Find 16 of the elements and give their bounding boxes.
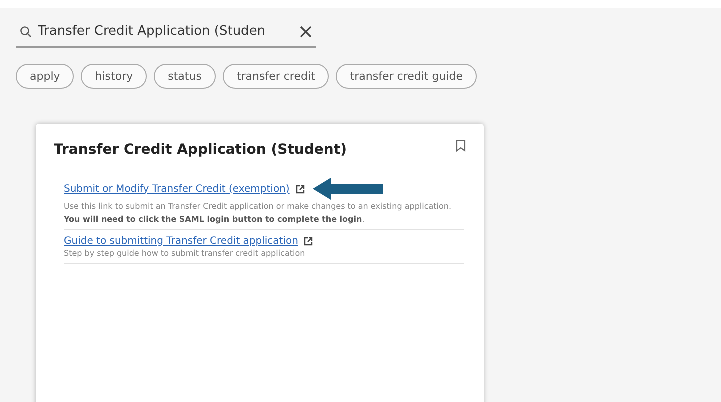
link-description: Step by step guide how to submit transfer credit application [64,248,306,260]
bookmark-icon[interactable] [456,140,466,152]
tag-chip[interactable]: transfer credit [222,64,330,89]
tag-chip[interactable]: history [81,64,148,89]
search-icon [20,26,32,38]
link-description: Use this link to submit an Transfer Credit application or make changes to an existing application. You will need to click the SAML login button to complete the login. [64,201,453,226]
tag-chip[interactable]: status [154,64,216,89]
external-link-icon [304,237,314,246]
tag-chip[interactable]: transfer credit guide [336,64,477,89]
close-icon[interactable] [300,26,312,38]
link[interactable]: Submit or Modify Transfer Credit (exemption) [64,184,290,194]
external-link-icon [296,184,305,194]
link[interactable]: Guide to submitting Transfer Credit application [64,236,298,247]
card-title: Transfer Credit Application (Student) [54,142,347,158]
search-field[interactable]: Transfer Credit Application (Studen [16,20,316,48]
tag-chip[interactable]: apply [16,64,74,89]
